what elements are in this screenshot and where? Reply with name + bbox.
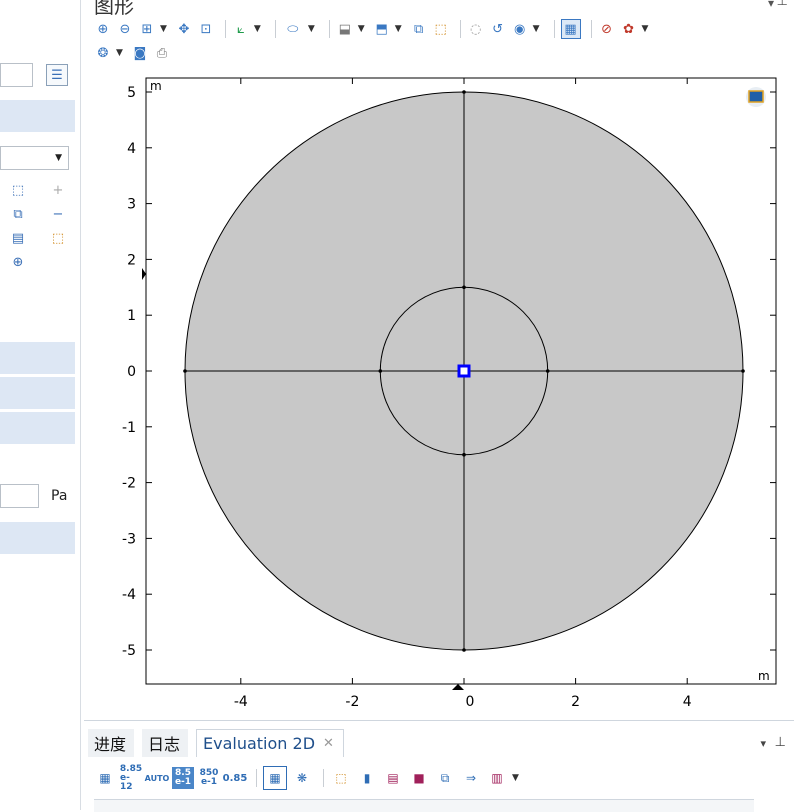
format-integer-exponent-button[interactable]: 850 e-1 [198, 767, 220, 789]
vertex-point[interactable] [462, 648, 466, 652]
delete-icon[interactable]: ▮ [356, 767, 378, 789]
toolbar-divider [323, 769, 324, 787]
tab-label: 进度 [94, 735, 127, 754]
evaluation-toolbar: ▦ 8.85 e-12 AUTO 8.5 e-1 850 e-1 0.85 ▦ … [94, 764, 527, 792]
y-tick-label: 5 [127, 85, 136, 101]
vertex-point[interactable] [462, 90, 466, 94]
y-tick-label: 1 [127, 308, 136, 324]
y-tick-label: 0 [127, 364, 136, 380]
table-layout-icon[interactable]: ▥ [486, 767, 508, 789]
tab-progress[interactable]: 进度 [88, 729, 134, 757]
toolbar-divider [256, 769, 257, 787]
x-tick-label: 4 [683, 694, 692, 710]
pin-icon[interactable]: ⊥ [775, 735, 786, 750]
format-bottom: e-12 [120, 772, 133, 792]
chevron-down-icon[interactable]: ▼ [512, 773, 519, 783]
tab-label: 日志 [148, 735, 181, 754]
evaluate-icon[interactable]: ▦ [94, 767, 116, 789]
x-tick-label: -2 [345, 694, 359, 710]
y-tick-label: -1 [122, 420, 136, 436]
y-tick-label: 4 [127, 141, 136, 157]
format-scientific-button[interactable]: 8.85 e-12 [120, 764, 142, 792]
export-icon[interactable]: ⇒ [460, 767, 482, 789]
vertex-point[interactable] [183, 369, 187, 373]
y-tick-label: -5 [122, 643, 136, 659]
format-bottom: e-1 [200, 777, 218, 787]
format-engineering-button[interactable]: 8.5 e-1 [172, 767, 194, 789]
tab-log[interactable]: 日志 [142, 729, 188, 757]
y-tick-label: 2 [127, 252, 136, 268]
y-tick-label: -3 [122, 531, 136, 547]
vertex-point[interactable] [741, 369, 745, 373]
x-tick-label: 2 [571, 694, 580, 710]
vertex-point[interactable] [462, 452, 466, 457]
format-bottom: e-1 [174, 777, 192, 787]
x-tick-label: 0 [466, 694, 475, 710]
x-tick-label: -4 [234, 694, 248, 710]
axis-unit-bottom: m [758, 669, 770, 683]
full-precision-icon[interactable]: ▤ [382, 767, 404, 789]
results-table-header [94, 799, 754, 812]
tab-evaluation-2d[interactable]: Evaluation 2D ✕ [196, 729, 344, 757]
settings-dial-icon[interactable]: ❋ [291, 767, 313, 789]
tab-label: Evaluation 2D [203, 734, 316, 753]
panel-menu-icon[interactable]: ▾ [760, 737, 766, 750]
y-tick-label: -2 [122, 476, 136, 492]
color-square-icon[interactable]: ■ [408, 767, 430, 789]
left-scroll-marker-icon [142, 268, 146, 280]
vertex-point[interactable] [378, 369, 383, 373]
geometry-plot[interactable]: -4 -2 0 2 4 5 4 3 2 1 0 -1 -2 -3 -4 -5 m m [0, 0, 794, 712]
close-icon[interactable]: ✕ [323, 736, 334, 751]
vertex-point[interactable] [462, 285, 466, 290]
vertex-point[interactable] [545, 369, 550, 373]
format-decimal-button[interactable]: 0.85 [223, 767, 248, 789]
clear-icon[interactable]: ⬚ [330, 767, 352, 789]
copy-table-icon[interactable]: ⧉ [434, 767, 456, 789]
y-tick-label: 3 [127, 197, 136, 213]
bottom-panel: 进度 日志 Evaluation 2D ✕ ▾ ⊥ ▦ 8.85 e-12 AU… [84, 720, 794, 812]
logo-icon [746, 87, 766, 107]
axis-unit-top: m [150, 79, 162, 93]
table-icon[interactable]: ▦ [263, 766, 287, 790]
y-tick-label: -4 [122, 587, 136, 603]
bottom-scroll-marker-icon [452, 684, 464, 690]
format-auto-button[interactable]: AUTO [145, 767, 170, 789]
selected-point[interactable] [457, 364, 471, 378]
